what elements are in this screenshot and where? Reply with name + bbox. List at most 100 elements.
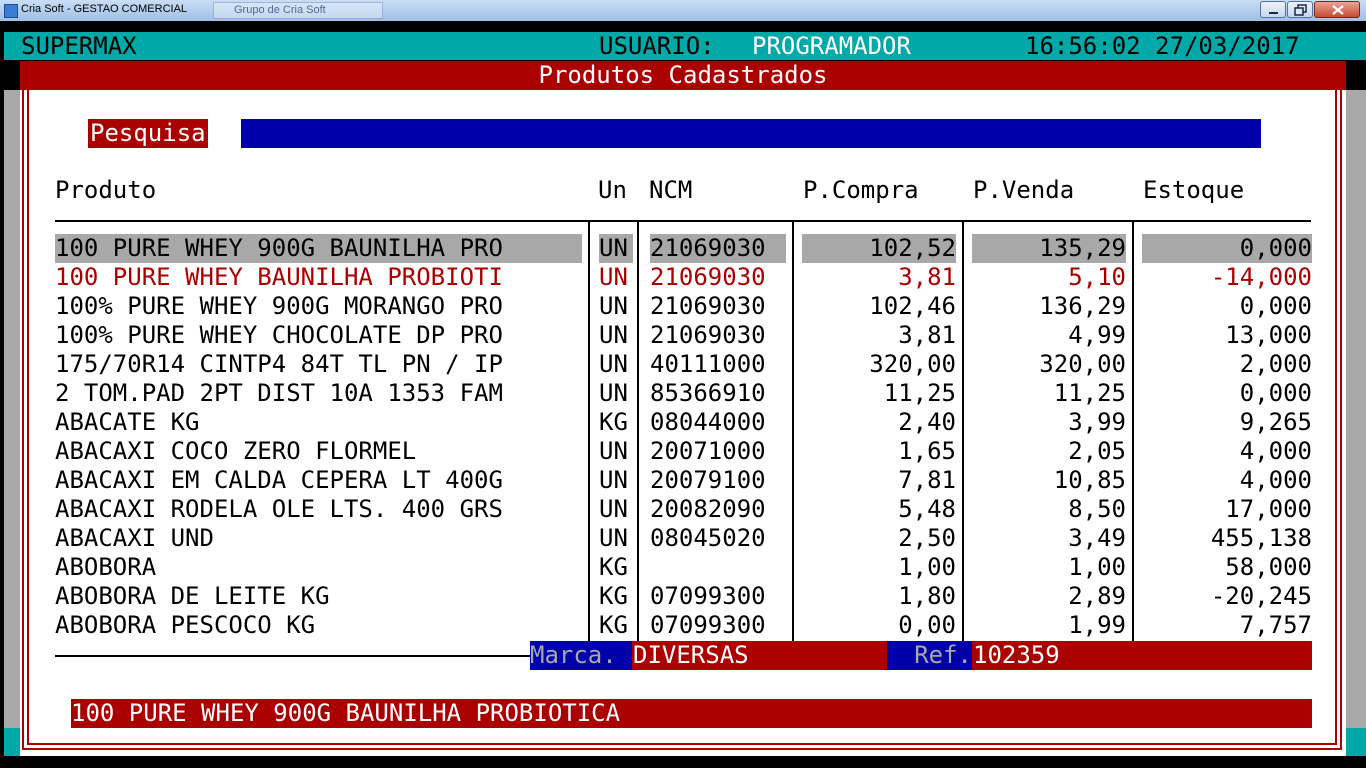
cell-produto: ABACAXI UND xyxy=(55,524,214,552)
header-divider xyxy=(55,220,1311,222)
cell-p-compra: 102,52 xyxy=(802,234,956,263)
cell-p-venda: 3,49 xyxy=(1068,524,1126,552)
cell-produto: ABACAXI COCO ZERO FLORMEL xyxy=(55,437,417,465)
table-row[interactable]: ABACAXI RODELA OLE LTS. 400 GRS UN 2008209… xyxy=(0,495,1366,524)
cell-un: UN xyxy=(599,437,628,465)
cell-ncm: 20071000 xyxy=(650,437,766,465)
cell-p-venda: 136,29 xyxy=(1039,292,1126,320)
cell-ncm: 85366910 xyxy=(650,379,766,407)
cell-p-compra: 2,50 xyxy=(898,524,956,552)
table-row[interactable]: 100 PURE WHEY BAUNILHA PROBIOTI UN 2106903… xyxy=(0,263,1366,292)
close-icon xyxy=(1332,5,1344,15)
cell-produto: 2 TOM.PAD 2PT DIST 10A 1353 FAM xyxy=(55,379,503,407)
cell-estoque: 0,000 xyxy=(1239,292,1312,320)
cell-p-compra: 3,81 xyxy=(898,263,956,291)
cell-p-venda: 11,25 xyxy=(1053,379,1126,407)
cell-un: UN xyxy=(599,350,628,378)
cell-un: UN xyxy=(599,263,628,291)
table-row[interactable]: ABACAXI COCO ZERO FLORMEL UN 20071000 1,65 2… xyxy=(0,437,1366,466)
cell-estoque: 4,000 xyxy=(1239,437,1312,465)
cell-un: UN xyxy=(599,495,628,523)
cell-ncm: 08044000 xyxy=(650,408,766,436)
cell-p-compra: 1,80 xyxy=(898,582,956,610)
cell-p-compra: 3,81 xyxy=(898,321,956,349)
cell-estoque: 58,000 xyxy=(1225,553,1312,581)
cell-produto: 100% PURE WHEY 900G MORANGO PRO xyxy=(55,292,503,320)
cell-ncm: 21069030 xyxy=(650,321,766,349)
cell-p-venda: 2,89 xyxy=(1068,582,1126,610)
table-row[interactable]: ABACAXI EM CALDA CEPERA LT 400G UN 2007910… xyxy=(0,466,1366,495)
table-row[interactable]: 175/70R14 CINTP4 84T TL PN / IP UN 4011100… xyxy=(0,350,1366,379)
search-label: Pesquisa xyxy=(88,119,208,148)
column-header-ncm: NCM xyxy=(649,176,693,204)
cell-produto: ABOBORA xyxy=(55,553,157,581)
cell-ncm: 40111000 xyxy=(650,350,766,378)
cell-p-venda: 320,00 xyxy=(1039,350,1126,378)
table-row[interactable]: 2 TOM.PAD 2PT DIST 10A 1353 FAM UN 8536691… xyxy=(0,379,1366,408)
table-bottom-line xyxy=(55,655,531,657)
column-header-un: Un xyxy=(598,176,627,204)
window-title-bar[interactable]: Cria Soft - GESTAO COMERCIAL Grupo de Cr… xyxy=(0,0,1366,21)
table-row[interactable]: ABOBORA PESCOCO KG KG 07099300 0,00 1,99 7,75… xyxy=(0,611,1366,640)
cell-p-venda: 8,50 xyxy=(1068,495,1126,523)
cell-p-venda: 1,99 xyxy=(1068,611,1126,639)
cell-estoque: 13,000 xyxy=(1225,321,1312,349)
cell-produto: ABOBORA DE LEITE KG xyxy=(55,582,330,610)
brand-label: Marca. xyxy=(530,641,632,670)
cell-p-venda: 4,99 xyxy=(1068,321,1126,349)
brand-value: DIVERSAS xyxy=(633,641,749,669)
cell-ncm xyxy=(650,553,786,582)
panel-title: Produtos Cadastrados xyxy=(538,61,828,89)
search-input[interactable] xyxy=(241,119,1261,148)
column-header-p-venda: P.Venda xyxy=(973,176,1075,204)
cell-produto: ABACATE KG xyxy=(55,408,200,436)
cell-un: UN xyxy=(599,321,628,349)
restore-icon xyxy=(1294,4,1307,16)
maximize-button[interactable] xyxy=(1287,1,1313,18)
cell-ncm: 21069030 xyxy=(650,234,786,263)
table-row[interactable]: ABACAXI UND UN 08045020 2,50 3,49 455,138 xyxy=(0,524,1366,553)
table-row[interactable]: 100% PURE WHEY CHOCOLATE DP PRO UN 2106903… xyxy=(0,321,1366,350)
user-label: USUARIO: xyxy=(599,32,715,60)
cell-estoque: 4,000 xyxy=(1239,466,1312,494)
cell-estoque: 7,757 xyxy=(1239,611,1312,639)
cell-produto: ABOBORA PESCOCO KG xyxy=(55,611,316,639)
table-row[interactable]: ABOBORA DE LEITE KG KG 07099300 1,80 2,89 -20… xyxy=(0,582,1366,611)
user-value: PROGRAMADOR xyxy=(752,32,911,60)
cell-p-venda: 10,85 xyxy=(1053,466,1126,494)
cell-estoque: -20,245 xyxy=(1210,582,1312,610)
cell-p-compra: 1,00 xyxy=(898,553,956,581)
cell-estoque: 2,000 xyxy=(1239,350,1312,378)
minimize-button[interactable] xyxy=(1260,1,1286,18)
cell-p-compra: 11,25 xyxy=(883,379,956,407)
cell-ncm: 21069030 xyxy=(650,292,766,320)
cell-un: KG xyxy=(599,582,628,610)
cell-p-venda: 3,99 xyxy=(1068,408,1126,436)
table-row[interactable]: ABACATE KG KG 08044000 2,40 3,99 9,265 xyxy=(0,408,1366,437)
table-row[interactable]: 100% PURE WHEY 900G MORANGO PRO UN 2106903… xyxy=(0,292,1366,321)
cell-estoque: 0,000 xyxy=(1239,379,1312,407)
left-border-strip-bottom xyxy=(4,728,20,756)
cell-p-compra: 1,65 xyxy=(898,437,956,465)
window-title: Cria Soft - GESTAO COMERCIAL xyxy=(21,3,188,15)
ref-value: 102359 xyxy=(973,641,1060,669)
table-row[interactable]: ABOBORA KG 1,00 1,00 58,000 xyxy=(0,553,1366,582)
app-icon xyxy=(4,4,18,18)
cell-p-venda: 1,00 xyxy=(1068,553,1126,581)
cell-produto: 100 PURE WHEY 900G BAUNILHA PRO xyxy=(55,234,582,263)
minimize-icon xyxy=(1269,12,1278,14)
cell-un: UN xyxy=(599,292,628,320)
cell-produto: ABACAXI EM CALDA CEPERA LT 400G xyxy=(55,466,503,494)
cell-produto: 100 PURE WHEY BAUNILHA PROBIOTI xyxy=(55,263,503,291)
cell-un: KG xyxy=(599,611,628,639)
cell-un: UN xyxy=(599,524,628,552)
cell-un: KG xyxy=(599,408,628,436)
close-button[interactable] xyxy=(1314,1,1360,18)
cell-ncm: 20079100 xyxy=(650,466,766,494)
cell-ncm: 21069030 xyxy=(650,263,766,291)
table-row[interactable]: 100 PURE WHEY 900G BAUNILHA PRO UN 2106903… xyxy=(0,234,1366,263)
background-window-tab[interactable]: Grupo de Cria Soft xyxy=(213,2,383,19)
cell-estoque: -14,000 xyxy=(1210,263,1312,291)
cell-p-compra: 5,48 xyxy=(898,495,956,523)
cell-ncm: 20082090 xyxy=(650,495,766,523)
